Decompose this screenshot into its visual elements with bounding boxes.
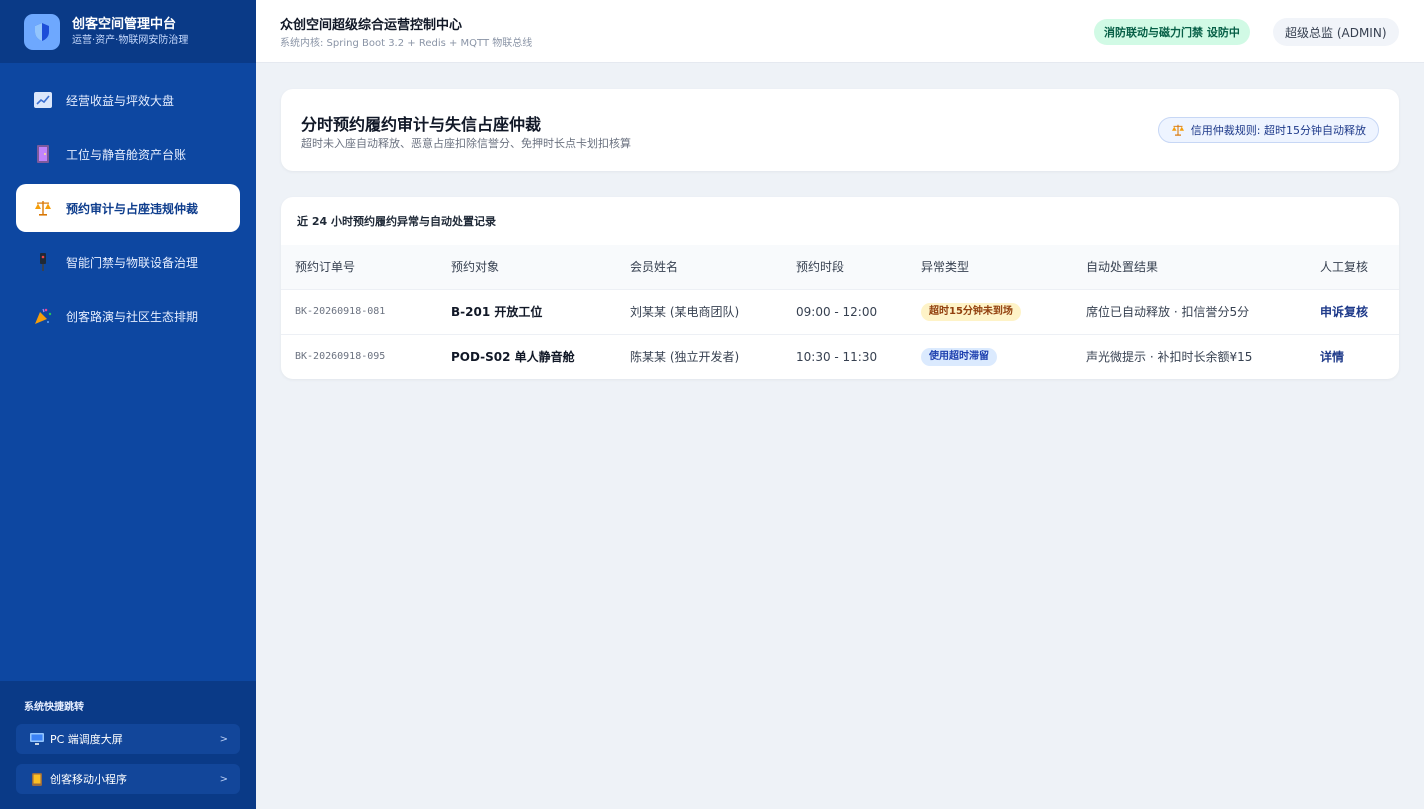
top-header: 众创空间超级综合运营控制中心 系统内核: Spring Boot 3.2 + R… — [256, 0, 1424, 63]
sidebar-item-devices[interactable]: 智能门禁与物联设备治理 — [16, 238, 240, 286]
brand-title: 创客空间管理中台 — [72, 16, 177, 32]
sidebar-item-assets[interactable]: 工位与静音舱资产台账 — [16, 130, 240, 178]
sidebar-item-label: 智能门禁与物联设备治理 — [66, 255, 199, 270]
member-name: 刘某某 (某电商团队) — [630, 305, 740, 319]
sidebar-item-audit[interactable]: 预约审计与占座违规仲裁 — [16, 184, 240, 232]
time-slot: 09:00 - 12:00 — [796, 304, 878, 319]
time-slot: 10:30 - 11:30 — [796, 349, 878, 364]
quick-links-title: 系统快捷跳转 — [24, 702, 84, 713]
shield-logo-icon — [24, 13, 60, 50]
rule-badge-label: 信用仲裁规则: 超时15分钟自动释放 — [1190, 124, 1366, 137]
sidebar-nav: 经营收益与坪效大盘 工位与静音舱资产台账 预约审计与占座违规仲裁 智能门禁与物联… — [0, 63, 256, 340]
quick-links: 系统快捷跳转 PC 端调度大屏 > 创客移动小程序 > — [0, 681, 256, 809]
scales-icon — [1171, 124, 1185, 136]
column-header: 人工复核 — [1320, 260, 1369, 275]
page-subtitle: 超时未入座自动释放、恶意占座扣除信誉分、免押时长点卡划扣核算 — [301, 137, 631, 150]
column-header: 预约对象 — [451, 260, 500, 275]
quick-link-pc-screen[interactable]: PC 端调度大屏 > — [16, 724, 240, 754]
column-header: 预约订单号 — [295, 260, 356, 275]
quick-link-mobile-app[interactable]: 创客移动小程序 > — [16, 764, 240, 794]
brand-subtitle: 运营·资产·物联网安防治理 — [72, 34, 189, 46]
user-menu-button[interactable]: 超级总监 (ADMIN) — [1273, 18, 1399, 46]
auto-result: 声光微提示 · 补扣时长余额¥15 — [1086, 350, 1253, 365]
sidebar-item-label: 预约审计与占座违规仲裁 — [66, 201, 199, 216]
column-header: 异常类型 — [921, 260, 970, 275]
order-id: BK-20260918-095 — [295, 351, 386, 363]
details-link[interactable]: 详情 — [1320, 334, 1399, 379]
member-name: 陈某某 (独立开发者) — [630, 350, 740, 365]
order-id: BK-20260918-081 — [295, 306, 386, 317]
brand: 创客空间管理中台 运营·资产·物联网安防治理 — [0, 0, 256, 63]
anomaly-type-cell: 超时15分钟未到场 — [921, 289, 1086, 334]
quick-link-label: 创客移动小程序 — [50, 773, 127, 786]
mobile-icon — [30, 772, 44, 786]
anomaly-type-tag: 超时15分钟未到场 — [921, 302, 1021, 321]
scales-icon — [34, 199, 52, 217]
appeal-review-link[interactable]: 申诉复核 — [1320, 289, 1399, 334]
door-icon — [34, 145, 52, 163]
sidebar-item-label: 经营收益与坪效大盘 — [66, 93, 175, 108]
table-title: 近 24 小时预约履约异常与自动处置记录 — [297, 215, 496, 228]
anomaly-table-card: 近 24 小时预约履约异常与自动处置记录 预约订单号 预约对象 会员姓名 预约时… — [281, 197, 1399, 379]
chart-icon — [34, 91, 52, 109]
table-row: BK-20260918-095 POD-S02 单人静音舱 陈某某 (独立开发者… — [281, 334, 1399, 379]
page-title-card: 分时预约履约审计与失信占座仲裁 超时未入座自动释放、恶意占座扣除信誉分、免押时长… — [281, 89, 1399, 171]
security-status-badge: 消防联动与磁力门禁 设防中 — [1094, 19, 1250, 45]
anomaly-type-cell: 使用超时滞留 — [921, 334, 1086, 379]
sidebar-item-events[interactable]: 创客路演与社区生态排期 — [16, 292, 240, 340]
column-header: 预约时段 — [796, 260, 845, 275]
monitor-icon — [30, 733, 44, 745]
sidebar-item-label: 创客路演与社区生态排期 — [66, 309, 199, 324]
header-title: 众创空间超级综合运营控制中心 — [280, 18, 463, 33]
booking-target: B-201 开放工位 — [451, 305, 543, 319]
auto-result: 席位已自动释放 · 扣信誉分5分 — [1086, 305, 1250, 319]
table-header-row: 预约订单号 预约对象 会员姓名 预约时段 异常类型 自动处置结果 人工复核 — [281, 245, 1399, 289]
rule-badge: 信用仲裁规则: 超时15分钟自动释放 — [1157, 117, 1379, 143]
anomaly-table: 预约订单号 预约对象 会员姓名 预约时段 异常类型 自动处置结果 人工复核 BK… — [281, 245, 1399, 379]
device-icon — [34, 253, 52, 271]
sidebar: 创客空间管理中台 运营·资产·物联网安防治理 经营收益与坪效大盘 工位与静音舱资… — [0, 0, 256, 809]
header-subtitle: 系统内核: Spring Boot 3.2 + Redis + MQTT 物联总… — [280, 38, 533, 49]
column-header: 会员姓名 — [630, 260, 679, 275]
table-row: BK-20260918-081 B-201 开放工位 刘某某 (某电商团队) 0… — [281, 289, 1399, 334]
chevron-right-icon: > — [219, 733, 228, 745]
chevron-right-icon: > — [219, 773, 228, 785]
page-title: 分时预约履约审计与失信占座仲裁 — [301, 115, 542, 134]
column-header: 自动处置结果 — [1086, 260, 1159, 275]
quick-link-label: PC 端调度大屏 — [50, 733, 123, 746]
booking-target: POD-S02 单人静音舱 — [451, 350, 575, 365]
party-icon — [34, 307, 52, 325]
sidebar-item-label: 工位与静音舱资产台账 — [66, 147, 187, 162]
sidebar-item-revenue[interactable]: 经营收益与坪效大盘 — [16, 76, 240, 124]
anomaly-type-tag: 使用超时滞留 — [921, 347, 997, 366]
